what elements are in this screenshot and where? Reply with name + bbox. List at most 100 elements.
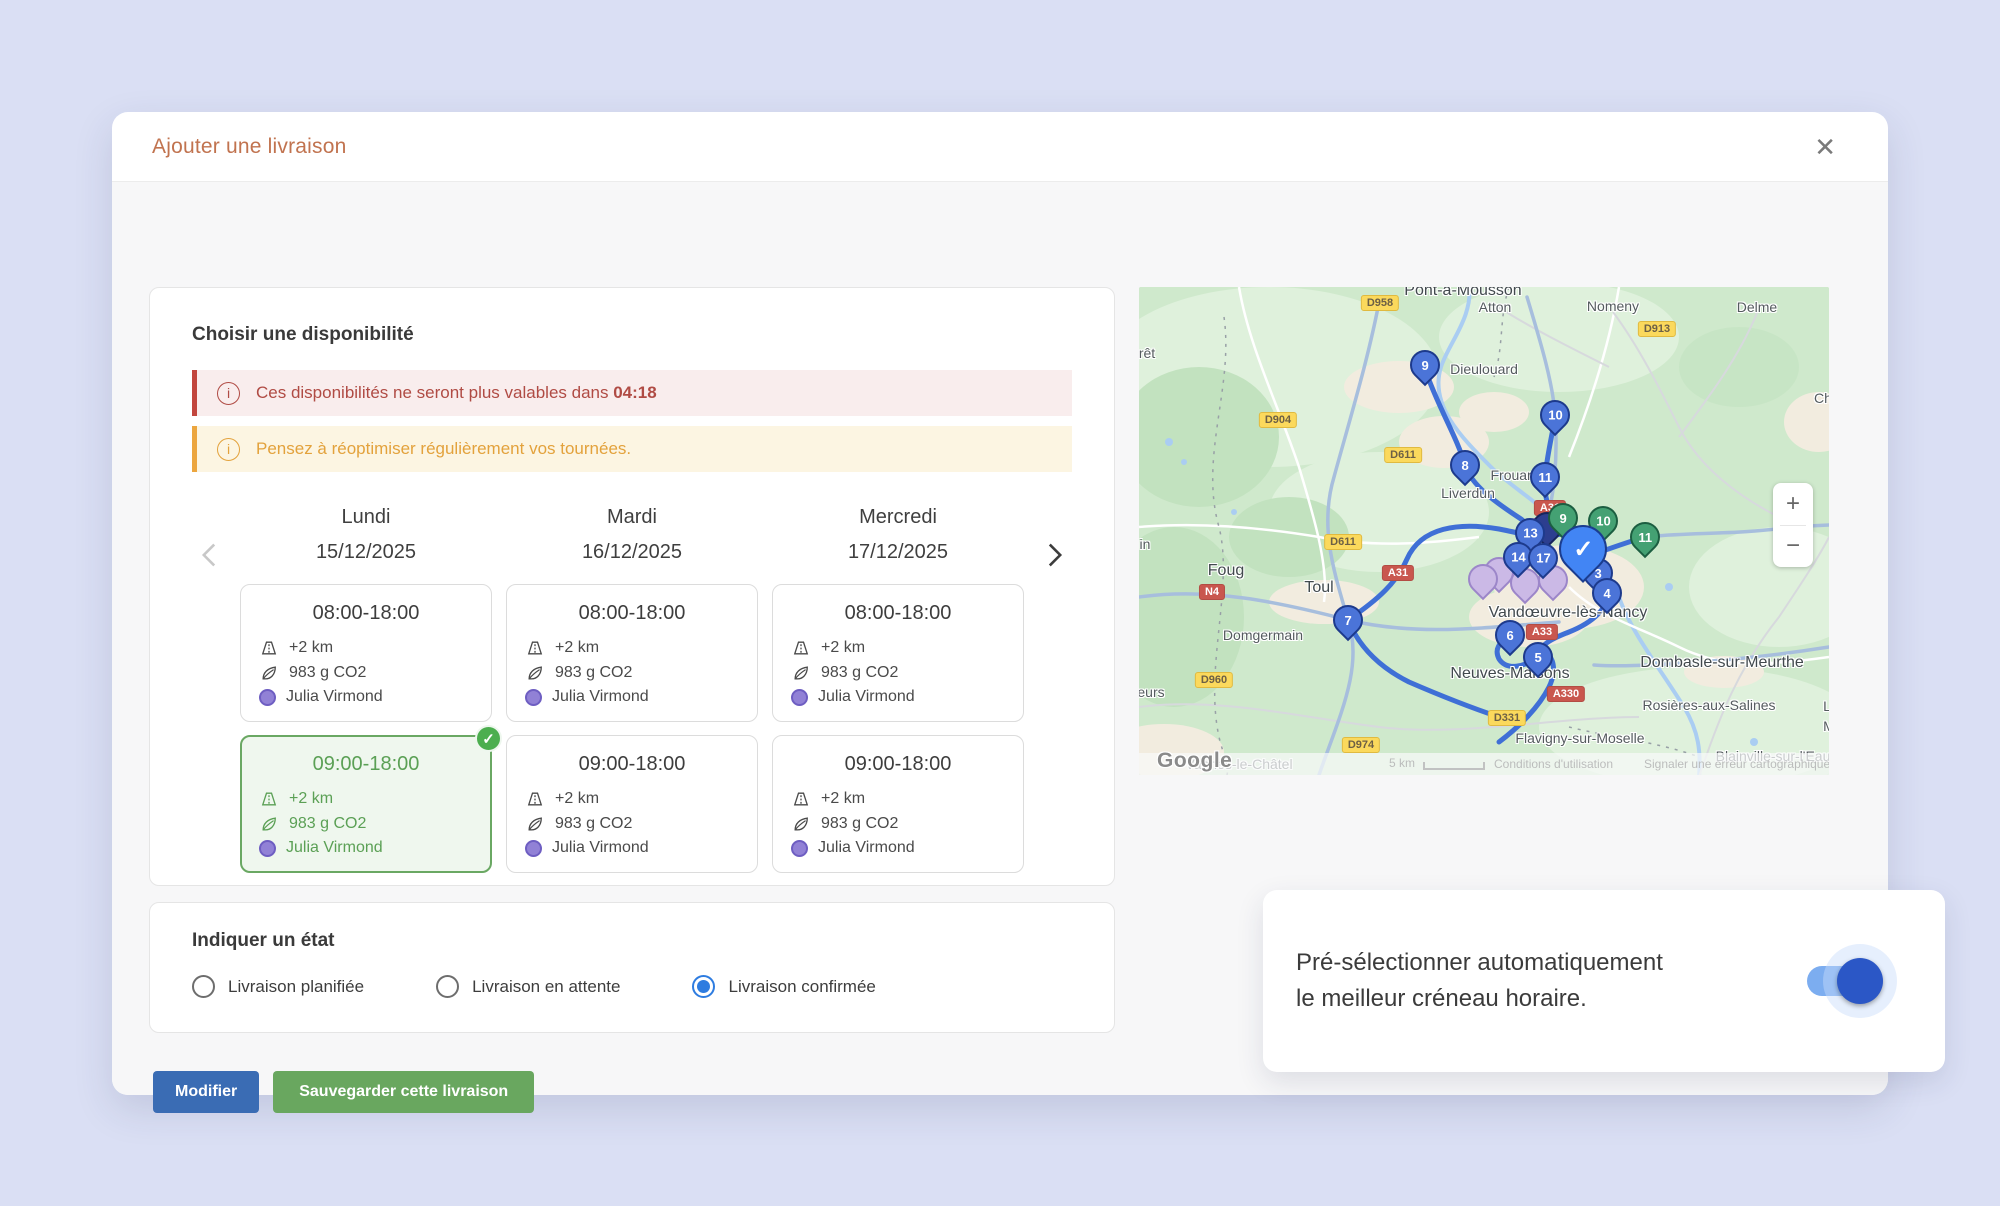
slot-time: 08:00-18:00 xyxy=(525,602,739,625)
alert-reoptimize: i Pensez à réoptimiser régulièrement vos… xyxy=(192,426,1072,472)
road-icon xyxy=(259,638,279,658)
state-radio-group: Livraison planifiée Livraison en attente… xyxy=(192,975,1072,998)
radio-icon xyxy=(192,975,215,998)
slot-co2-row: 983 g CO2 xyxy=(791,814,1005,834)
road-icon xyxy=(525,789,545,809)
slot-distance-row: +2 km xyxy=(525,789,739,809)
day-header: Mercredi 17/12/2025 xyxy=(772,506,1024,564)
day-date: 17/12/2025 xyxy=(772,541,1024,564)
map-town-label: Nomeny xyxy=(1587,298,1639,314)
slot-distance-row: +2 km xyxy=(259,638,473,658)
slot-time: 09:00-18:00 xyxy=(791,753,1005,776)
map-zoom-control: + − xyxy=(1773,483,1813,567)
slot-card[interactable]: 08:00-18:00 +2 km 983 g CO2 Julia Virmon… xyxy=(506,584,758,722)
radio-livraison-planifiee[interactable]: Livraison planifiée xyxy=(192,975,364,998)
radio-livraison-confirmee[interactable]: Livraison confirmée xyxy=(692,975,875,998)
road-shield-label: A31 xyxy=(1382,565,1414,581)
availability-heading: Choisir une disponibilité xyxy=(192,324,1072,346)
map-town-label: Delme xyxy=(1737,299,1777,315)
map-marker-11[interactable]: 11 xyxy=(1624,516,1666,558)
alert-expiry-text: Ces disponibilités ne seront plus valabl… xyxy=(256,383,657,403)
road-shield-label: D611 xyxy=(1324,534,1362,550)
modify-button[interactable]: Modifier xyxy=(153,1071,259,1113)
day-date: 15/12/2025 xyxy=(240,541,492,564)
road-shield-label: D331 xyxy=(1488,710,1526,726)
slot-card[interactable]: 09:00-18:00 +2 km 983 g CO2 Julia Virmon… xyxy=(772,735,1024,873)
zoom-out-button[interactable]: − xyxy=(1773,526,1813,568)
slot-driver-row: Julia Virmond xyxy=(525,688,739,706)
leaf-icon xyxy=(259,814,279,834)
slot-card[interactable]: 08:00-18:00 +2 km 983 g CO2 Julia Virmon… xyxy=(240,584,492,722)
slot-distance-row: +2 km xyxy=(259,789,473,809)
day-header: Mardi 16/12/2025 xyxy=(506,506,758,564)
road-icon xyxy=(259,789,279,809)
driver-avatar xyxy=(525,689,542,706)
slot-time: 09:00-18:00 xyxy=(525,753,739,776)
road-shield-label: A33 xyxy=(1526,624,1558,640)
day-date: 16/12/2025 xyxy=(506,541,758,564)
zoom-in-button[interactable]: + xyxy=(1773,483,1813,525)
leaf-icon xyxy=(791,663,811,683)
slot-distance-row: +2 km xyxy=(791,789,1005,809)
close-icon[interactable]: ✕ xyxy=(1814,134,1836,160)
chevron-right-icon[interactable] xyxy=(1038,506,1072,886)
auto-select-card: Pré-sélectionner automatiquement le meil… xyxy=(1263,890,1945,1072)
radio-livraison-en-attente[interactable]: Livraison en attente xyxy=(436,975,620,998)
driver-avatar xyxy=(525,840,542,857)
availability-carousel: Lundi 15/12/2025 08:00-18:00 +2 km 983 g… xyxy=(192,506,1072,886)
slot-driver-row: Julia Virmond xyxy=(525,839,739,857)
page-background: Ajouter une livraison ✕ Choisir une disp… xyxy=(0,0,2000,1206)
availability-card: Choisir une disponibilité i Ces disponib… xyxy=(149,287,1115,886)
slot-driver-row: Julia Virmond xyxy=(259,688,473,706)
slot-time: 09:00-18:00 xyxy=(259,753,473,776)
day-column-mardi: Mardi 16/12/2025 08:00-18:00 +2 km 983 g… xyxy=(506,506,758,886)
google-logo: Google xyxy=(1157,749,1232,773)
road-icon xyxy=(791,789,811,809)
leaf-icon xyxy=(791,814,811,834)
map-marker-8[interactable]: 8 xyxy=(1444,444,1486,486)
chevron-left-icon[interactable] xyxy=(192,506,226,886)
leaf-icon xyxy=(259,663,279,683)
leaf-icon xyxy=(525,814,545,834)
route-map[interactable]: Pont-à-MoussonAttonNomenyDelmeDieulouard… xyxy=(1139,287,1829,775)
road-shield-label: D960 xyxy=(1195,672,1233,688)
slot-co2-row: 983 g CO2 xyxy=(259,663,473,683)
alert-expiry: i Ces disponibilités ne seront plus vala… xyxy=(192,370,1072,416)
info-icon: i xyxy=(217,382,240,405)
slot-time: 08:00-18:00 xyxy=(259,602,473,625)
map-marker-7[interactable]: 7 xyxy=(1327,599,1369,641)
modal-body: Choisir une disponibilité i Ces disponib… xyxy=(112,182,1888,1095)
road-shield-label: D904 xyxy=(1259,412,1297,428)
map-marker-10[interactable]: 10 xyxy=(1534,394,1576,436)
slot-card[interactable]: 08:00-18:00 +2 km 983 g CO2 Julia Virmon… xyxy=(772,584,1024,722)
slot-card[interactable]: 09:00-18:00 +2 km 983 g CO2 Julia Virmon… xyxy=(506,735,758,873)
road-icon xyxy=(525,638,545,658)
map-town-label: L xyxy=(1823,698,1829,714)
day-name: Mercredi xyxy=(772,506,1024,529)
slot-co2-row: 983 g CO2 xyxy=(525,663,739,683)
map-attribution-bar xyxy=(1139,753,1829,775)
map-town-label: Neuves-Maisons xyxy=(1450,665,1569,683)
slot-distance-row: +2 km xyxy=(791,638,1005,658)
map-marker-9[interactable]: 9 xyxy=(1404,344,1446,386)
map-marker-11[interactable]: 11 xyxy=(1524,456,1566,498)
save-delivery-button[interactable]: Sauvegarder cette livraison xyxy=(273,1071,534,1113)
modal-header: Ajouter une livraison ✕ xyxy=(112,112,1888,182)
auto-select-toggle[interactable] xyxy=(1807,966,1871,996)
driver-avatar xyxy=(259,840,276,857)
map-town-label: Ch xyxy=(1814,390,1829,406)
auto-select-label: Pré-sélectionner automatiquement le meil… xyxy=(1296,945,1663,1017)
add-delivery-modal: Ajouter une livraison ✕ Choisir une disp… xyxy=(112,112,1888,1095)
road-shield-label: D913 xyxy=(1638,321,1676,337)
map-town-label: Rosières-aux-Salines xyxy=(1642,697,1775,713)
map-town-label: Dombasle-sur-Meurthe xyxy=(1640,654,1804,672)
slot-card-selected[interactable]: ✓ 09:00-18:00 +2 km 983 g CO2 Julia Virm… xyxy=(240,735,492,873)
map-town-label: Foug xyxy=(1208,562,1244,580)
day-header: Lundi 15/12/2025 xyxy=(240,506,492,564)
modal-title: Ajouter une livraison xyxy=(152,135,346,159)
map-overlay: Pont-à-MoussonAttonNomenyDelmeDieulouard… xyxy=(1139,287,1829,775)
leaf-icon xyxy=(525,663,545,683)
countdown: 04:18 xyxy=(613,383,656,402)
map-town-label: Toul xyxy=(1304,579,1333,597)
map-town-label: Atton xyxy=(1479,299,1512,315)
